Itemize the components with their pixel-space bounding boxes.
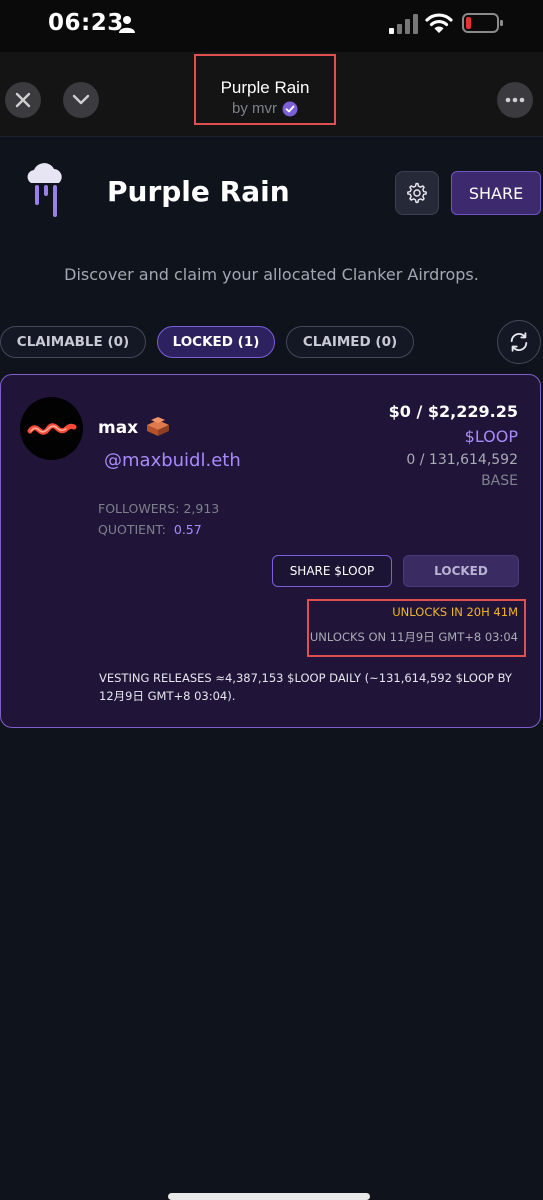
quotient-value: 0.57 (173, 522, 202, 537)
signal-icon (389, 14, 418, 34)
avatar (20, 397, 83, 460)
user-handle[interactable]: @maxbuidl.eth (104, 450, 241, 471)
tab-locked[interactable]: LOCKED (1) (157, 326, 275, 358)
more-icon (505, 97, 525, 103)
unlock-countdown: UNLOCKS IN 20H 41M (392, 605, 518, 619)
minimize-button[interactable] (63, 82, 99, 118)
battery-icon (462, 13, 503, 33)
chain-label: BASE (481, 473, 518, 489)
share-token-button[interactable]: SHARE $LOOP (272, 555, 392, 587)
tab-claimable[interactable]: CLAIMABLE (0) (0, 326, 146, 358)
gear-icon (407, 182, 427, 204)
vesting-info: VESTING RELEASES ≈4,387,153 $LOOP DAILY … (99, 671, 512, 703)
share-button[interactable]: SHARE (451, 171, 541, 215)
refresh-icon (510, 332, 528, 352)
unlock-date: UNLOCKS ON 11月9日 GMT+8 03:04 (309, 630, 518, 644)
quotient-label: QUOTIENT: (98, 522, 166, 537)
quotient-stat: QUOTIENT: 0.57 (98, 522, 202, 537)
token-symbol[interactable]: $LOOP (465, 427, 518, 446)
avatar-image (27, 423, 77, 435)
brand-title: Purple Rain (107, 175, 290, 208)
settings-button[interactable] (395, 171, 439, 215)
verified-badge-icon (282, 101, 298, 116)
home-indicator (168, 1193, 370, 1200)
status-time: 06:23 (48, 10, 124, 36)
app-title-block: Purple Rain by mvr (194, 54, 336, 125)
tagline: Discover and claim your allocated Clanke… (64, 265, 479, 284)
followers-stat: FOLLOWERS: 2,913 (98, 501, 219, 516)
followers-label: FOLLOWERS: (98, 501, 180, 516)
rain-cloud-logo (27, 163, 62, 217)
tab-claimed[interactable]: CLAIMED (0) (286, 326, 414, 358)
wifi-icon (425, 13, 453, 33)
more-options-button[interactable] (497, 82, 533, 118)
close-icon (15, 92, 31, 108)
brick-icon (147, 417, 169, 436)
airdrop-value: $0 / $2,229.25 (388, 402, 518, 421)
followers-value: 2,913 (183, 501, 220, 516)
app-author: by mvr (196, 100, 334, 117)
chevron-down-icon (72, 94, 90, 105)
close-button[interactable] (5, 82, 41, 118)
refresh-button[interactable] (497, 320, 541, 364)
user-name: max (98, 418, 139, 438)
person-icon (119, 16, 135, 33)
app-title: Purple Rain (220, 78, 310, 97)
locked-button[interactable]: LOCKED (403, 555, 519, 587)
app-author-label: by mvr (232, 100, 277, 117)
token-amount: 0 / 131,614,592 (406, 452, 518, 468)
